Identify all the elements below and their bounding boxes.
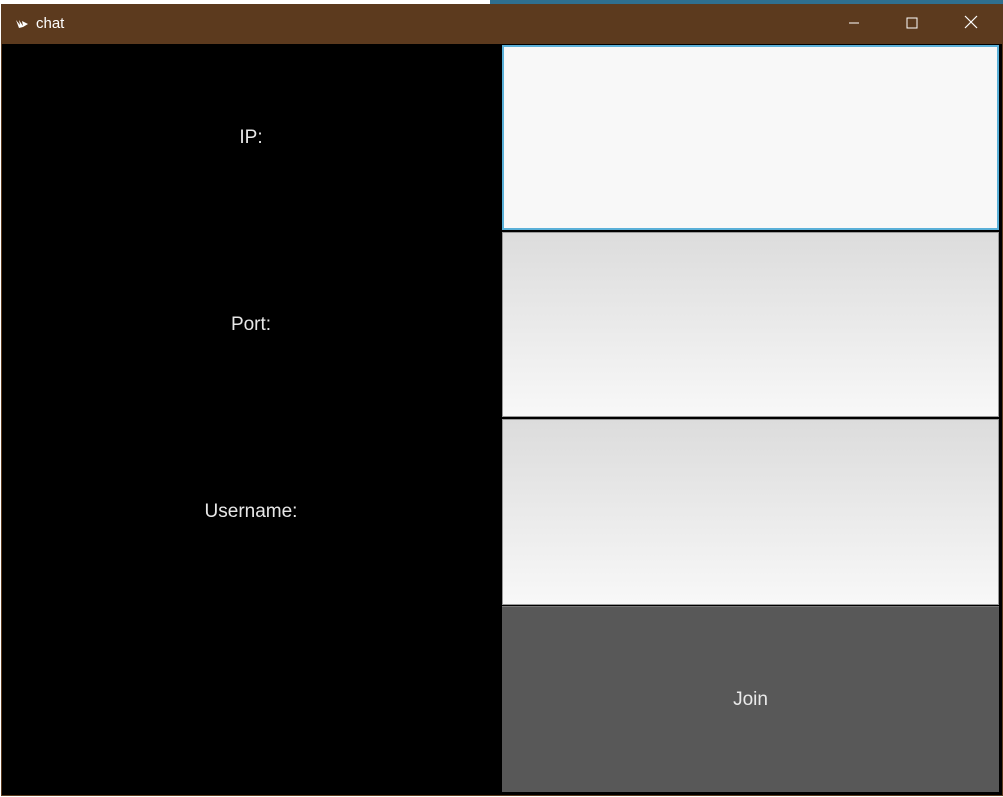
join-form: IP: Port: Username: Join — [2, 44, 1002, 795]
username-label-text: Username: — [204, 500, 298, 522]
ip-input[interactable] — [502, 45, 999, 230]
join-button[interactable]: Join — [502, 606, 999, 792]
kivy-logo-icon — [14, 16, 30, 32]
port-label: Port: — [2, 231, 500, 418]
title-bar[interactable]: chat — [2, 5, 1002, 44]
window-title: chat — [36, 15, 65, 32]
minimize-icon — [848, 16, 860, 34]
join-button-label: Join — [733, 688, 768, 710]
close-button[interactable] — [942, 5, 1000, 44]
maximize-icon — [906, 16, 918, 34]
ip-label-text: IP: — [239, 126, 263, 148]
maximize-button[interactable] — [883, 5, 941, 44]
chat-window: chat IP: Port: Username: Join — [1, 4, 1003, 796]
minimize-button[interactable] — [825, 5, 883, 44]
username-label: Username: — [2, 418, 500, 605]
port-input[interactable] — [502, 232, 999, 417]
port-label-text: Port: — [230, 313, 272, 335]
desktop: chat IP: Port: Username: Join — [0, 0, 1003, 797]
username-input[interactable] — [502, 419, 999, 605]
ip-label: IP: — [2, 44, 500, 231]
close-icon — [964, 15, 978, 34]
